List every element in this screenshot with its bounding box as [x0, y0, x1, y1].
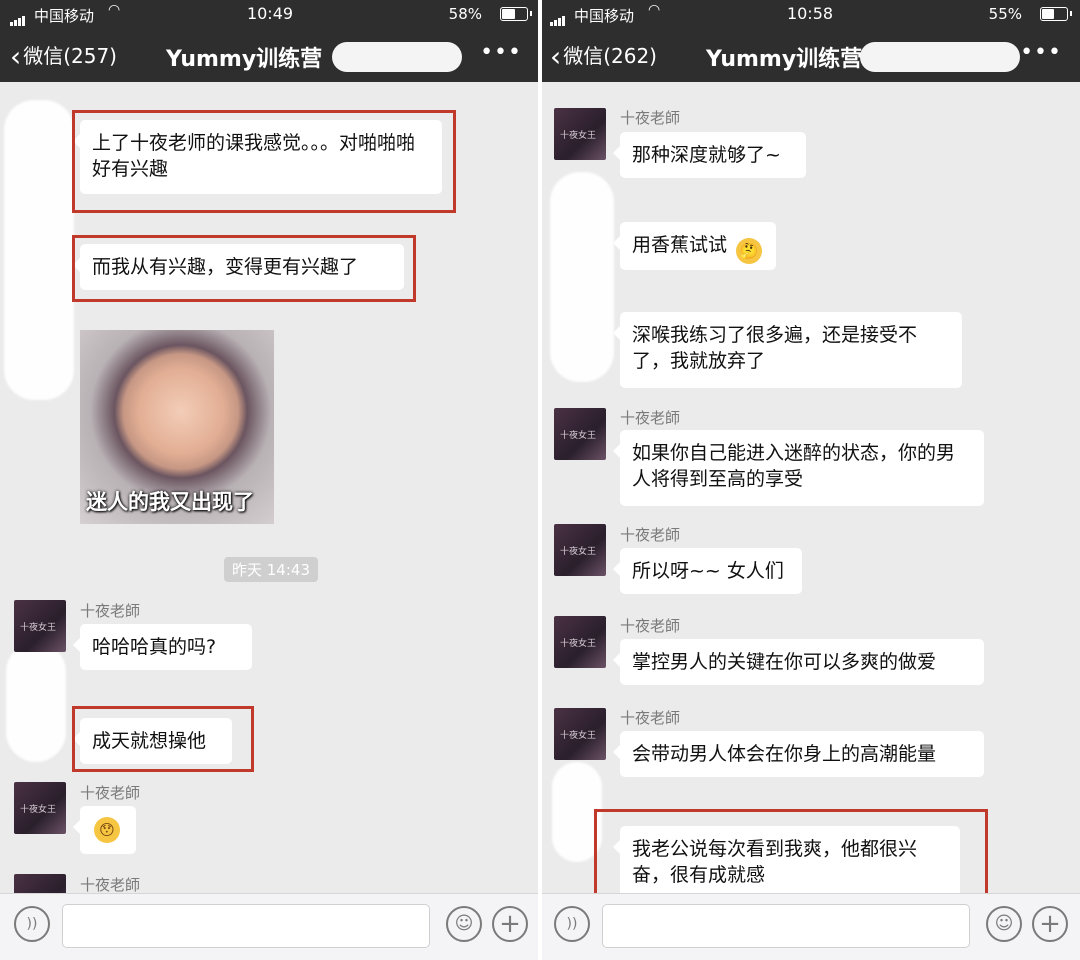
highlight-box: [72, 110, 456, 213]
back-label: 微信(257): [23, 44, 117, 68]
chat-title: Yummy训练营: [166, 47, 323, 72]
redaction-smear: [860, 42, 1020, 72]
right-chat-screen: 中国移动 ◠ 10:58 55% ‹ 微信(262) Yummy训练营 ••• 十…: [540, 0, 1080, 960]
chat-title: Yummy训练营: [706, 47, 863, 72]
back-label: 微信(262): [563, 44, 657, 68]
redaction-scribble: [4, 100, 74, 400]
avatar[interactable]: 十夜女王: [14, 782, 66, 834]
message-bubble[interactable]: 哈哈哈真的吗?: [73, 624, 252, 670]
battery-percent: 58%: [448, 5, 482, 23]
voice-icon[interactable]: )): [554, 906, 590, 942]
sender-name: 十夜老師: [80, 876, 141, 894]
emoji-icon[interactable]: ☺: [446, 906, 482, 942]
more-button[interactable]: •••: [1020, 40, 1062, 65]
message-bubble[interactable]: 所以呀~~ 女人们: [613, 548, 802, 594]
chevron-left-icon: ‹: [550, 40, 562, 73]
more-button[interactable]: •••: [480, 40, 522, 65]
battery-icon: [1040, 7, 1072, 21]
message-bubble[interactable]: 掌控男人的关键在你可以多爽的做爱: [613, 639, 984, 685]
chevron-left-icon: ‹: [10, 40, 22, 73]
avatar[interactable]: 十夜女王: [554, 708, 606, 760]
battery-percent: 55%: [988, 5, 1022, 23]
divider: [538, 0, 542, 960]
message-bubble[interactable]: 用香蕉试试 🤔: [613, 222, 776, 270]
sticker-image[interactable]: 迷人的我又出现了: [80, 330, 274, 524]
sender-name: 十夜老師: [620, 109, 681, 127]
redaction-smear: [332, 42, 462, 72]
highlight-box: [594, 809, 988, 894]
avatar[interactable]: 十夜女王: [554, 616, 606, 668]
left-chat-screen: 中国移动 ◠ 10:49 58% ‹ 微信(257) Yummy训练营 ••• 上…: [0, 0, 540, 960]
message-bubble[interactable]: 深喉我练习了很多遍，还是接受不了，我就放弃了: [613, 312, 962, 388]
message-bubble[interactable]: 如果你自己能进入迷醉的状态，你的男人将得到至高的享受: [613, 430, 984, 506]
highlight-box: [72, 235, 416, 302]
message-text: 用香蕉试试: [632, 234, 728, 256]
avatar[interactable]: 十夜女王: [554, 524, 606, 576]
status-bar: 中国移动 ◠ 10:49 58%: [0, 0, 540, 28]
sender-name: 十夜老師: [80, 602, 141, 620]
voice-icon[interactable]: )): [14, 906, 50, 942]
chat-area[interactable]: 十夜女王 十夜老師 那种深度就够了~ 用香蕉试试 🤔 深喉我练习了很多遍，还是接…: [540, 82, 1080, 894]
timestamp: 昨天 14:43: [224, 557, 318, 582]
back-button[interactable]: ‹ 微信(257): [10, 40, 117, 71]
emoji-icon[interactable]: ☺: [986, 906, 1022, 942]
avatar[interactable]: 十夜女王: [14, 874, 66, 894]
avatar[interactable]: 十夜女王: [554, 408, 606, 460]
sender-name: 十夜老師: [80, 784, 141, 802]
nav-bar: ‹ 微信(257) Yummy训练营 •••: [0, 28, 540, 82]
chat-area[interactable]: 上了十夜老师的课我感觉。。。对啪啪啪好有兴趣 而我从有兴趣，变得更有兴趣了 迷人…: [0, 82, 540, 894]
input-bar: )) ☺ +: [0, 893, 540, 960]
message-bubble[interactable]: 会带动男人体会在你身上的高潮能量: [613, 731, 984, 777]
message-bubble[interactable]: 那种深度就够了~: [613, 132, 806, 178]
message-input[interactable]: [602, 904, 970, 948]
sender-name: 十夜老師: [620, 709, 681, 727]
nav-bar: ‹ 微信(262) Yummy训练营 •••: [540, 28, 1080, 82]
redaction-scribble: [550, 172, 614, 382]
redaction-scribble: [6, 642, 66, 762]
plus-icon[interactable]: +: [492, 906, 528, 942]
status-bar: 中国移动 ◠ 10:58 55%: [540, 0, 1080, 28]
comparison-screenshot: 中国移动 ◠ 10:49 58% ‹ 微信(257) Yummy训练营 ••• 上…: [0, 0, 1080, 960]
surprised-emoji-icon: 😯: [94, 817, 120, 843]
sender-name: 十夜老師: [620, 526, 681, 544]
highlight-box: [72, 706, 254, 772]
thinking-emoji-icon: 🤔: [736, 238, 763, 264]
input-bar: )) ☺ +: [540, 893, 1080, 960]
battery-icon: [500, 7, 532, 21]
plus-icon[interactable]: +: [1032, 906, 1068, 942]
message-input[interactable]: [62, 904, 430, 948]
back-button[interactable]: ‹ 微信(262): [550, 40, 657, 71]
avatar[interactable]: 十夜女王: [14, 600, 66, 652]
message-bubble[interactable]: 😯: [73, 806, 136, 854]
sender-name: 十夜老師: [620, 409, 681, 427]
sticker-caption: 迷人的我又出现了: [86, 490, 254, 514]
avatar[interactable]: 十夜女王: [554, 108, 606, 160]
sender-name: 十夜老師: [620, 617, 681, 635]
